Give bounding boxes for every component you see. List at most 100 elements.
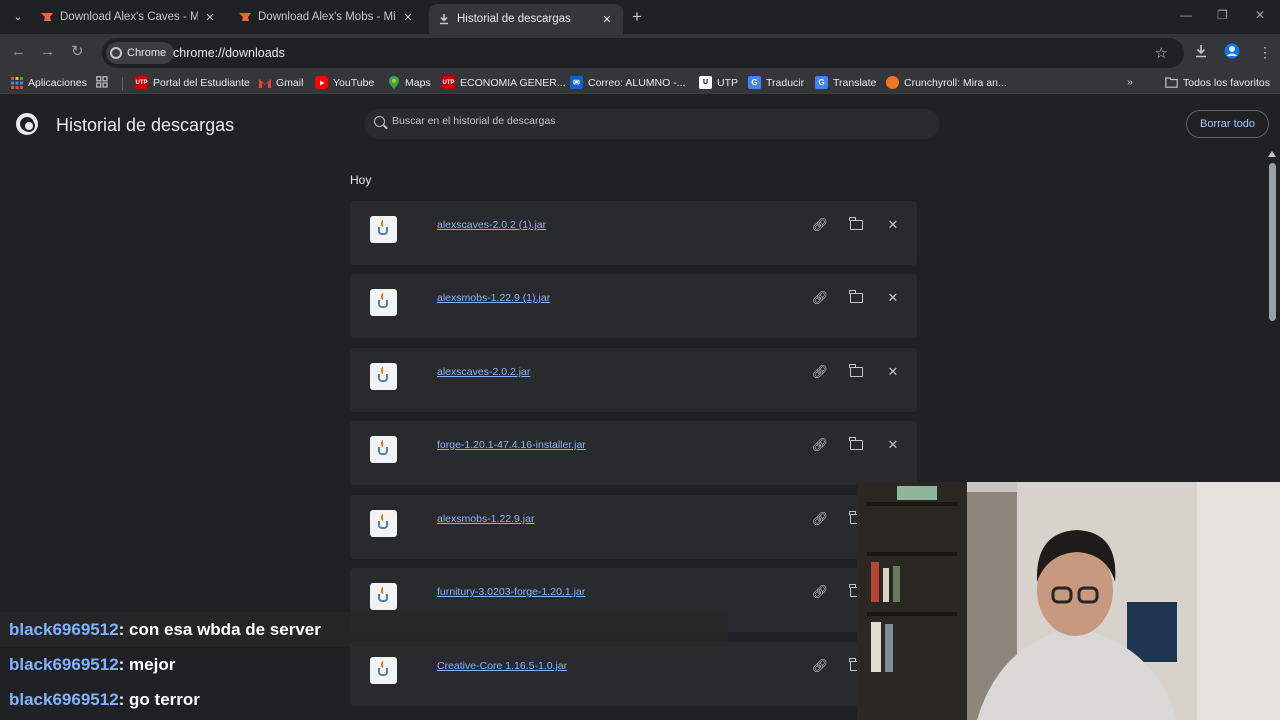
close-tab-icon[interactable]: ✕ xyxy=(202,11,218,24)
outlook-icon: ✉ xyxy=(570,76,583,89)
downloads-search[interactable] xyxy=(364,109,940,139)
scrollbar-thumb[interactable] xyxy=(1269,163,1276,321)
youtube-icon xyxy=(315,76,328,89)
bookmark-utp[interactable]: U UTP xyxy=(699,76,738,89)
site-chip[interactable]: Chrome xyxy=(106,42,175,64)
tab-alexs-caves[interactable]: Download Alex's Caves - Minec ✕ xyxy=(32,4,226,30)
close-tab-icon[interactable]: ✕ xyxy=(400,11,416,24)
new-tab-icon[interactable]: + xyxy=(632,8,642,25)
remove-icon[interactable]: ✕ xyxy=(883,363,903,381)
tab-groups-icon[interactable] xyxy=(96,76,108,88)
reload-icon[interactable]: ↻ xyxy=(71,44,84,60)
chat-username: black6969512 xyxy=(9,689,119,709)
download-item: alexsmobs-1.22.9 (1).jar 🔗︎ ✕ xyxy=(350,274,917,338)
search-input[interactable] xyxy=(392,115,912,127)
copy-link-icon[interactable]: 🔗︎ xyxy=(810,583,830,601)
download-file-link[interactable]: alexsmobs-1.22.9 (1).jar xyxy=(437,292,550,304)
download-item: forge-1.20.1-47.4.16-installer.jar 🔗︎ ✕ xyxy=(350,421,917,485)
apps-grid-icon xyxy=(10,76,23,89)
minimize-icon[interactable]: — xyxy=(1180,8,1192,22)
bookmark-label: Traducir xyxy=(766,76,805,89)
utp-icon: UTP xyxy=(135,76,148,89)
copy-link-icon[interactable]: 🔗︎ xyxy=(810,436,830,454)
tab-title: Historial de descargas xyxy=(457,13,571,25)
tab-title: Download Alex's Mobs - Minec xyxy=(258,11,396,23)
curseforge-icon xyxy=(238,10,252,24)
tab-search-chevron-icon[interactable]: ⌄ xyxy=(8,7,28,27)
menu-kebab-icon[interactable]: ⋮ xyxy=(1258,44,1272,61)
url-text[interactable]: chrome://downloads xyxy=(173,46,285,60)
chat-username: black6969512 xyxy=(9,619,119,639)
download-file-link[interactable]: alexscaves-2.0.2.jar xyxy=(437,366,530,378)
close-window-icon[interactable]: ✕ xyxy=(1255,8,1265,22)
remove-icon[interactable]: ✕ xyxy=(883,289,903,307)
bookmark-correo[interactable]: ✉ Correo: ALUMNO -... xyxy=(570,76,685,89)
show-in-folder-icon[interactable] xyxy=(849,437,863,450)
forward-icon[interactable]: → xyxy=(40,44,55,60)
bookmark-label: Todos los favoritos xyxy=(1183,76,1270,89)
copy-link-icon[interactable]: 🔗︎ xyxy=(810,657,830,675)
download-item: alexsmobs-1.22.9.jar 🔗︎ xyxy=(350,495,917,559)
gmail-icon xyxy=(258,76,271,89)
scroll-up-arrow-icon[interactable] xyxy=(1268,151,1276,157)
bookmark-translate[interactable]: G Translate xyxy=(815,76,876,89)
bookmark-economia[interactable]: UTP ECONOMIA GENER... xyxy=(442,76,566,89)
java-file-icon xyxy=(370,363,397,390)
download-file-link[interactable]: furnitury-3.0203-forge-1.20.1.jar xyxy=(437,586,585,598)
chat-message: black6969512 : go terror xyxy=(0,682,728,717)
show-in-folder-icon[interactable] xyxy=(849,364,863,377)
browser-toolbar: ← → ↻ Chrome chrome://downloads ☆ xyxy=(0,34,1280,72)
bookmark-maps[interactable]: Maps xyxy=(387,76,431,89)
back-icon[interactable]: ← xyxy=(11,44,26,60)
bookmark-label: Gmail xyxy=(276,76,304,89)
webcam-overlay xyxy=(857,482,1280,720)
translate-icon: G xyxy=(815,76,828,89)
bookmark-label: Aplicaciones xyxy=(28,76,87,89)
downloads-icon[interactable] xyxy=(1194,44,1208,61)
download-file-link[interactable]: alexsmobs-1.22.9.jar xyxy=(437,513,534,525)
more-bookmarks-chevron-icon[interactable]: » xyxy=(1127,76,1133,88)
stream-chat-overlay: black6969512 : con esa wbda de server bl… xyxy=(0,612,728,720)
clear-all-button[interactable]: Borrar todo xyxy=(1186,110,1269,138)
show-in-folder-icon[interactable] xyxy=(849,217,863,230)
remove-icon[interactable]: ✕ xyxy=(883,216,903,234)
bookmark-gmail[interactable]: Gmail xyxy=(258,76,303,89)
bookmarks-divider xyxy=(122,77,123,90)
download-file-link[interactable]: alexscaves-2.0.2 (1).jar xyxy=(437,219,546,231)
download-file-link[interactable]: forge-1.20.1-47.4.16-installer.jar xyxy=(437,439,586,451)
show-in-folder-icon[interactable] xyxy=(849,290,863,303)
bookmark-label: Crunchyroll: Mira an... xyxy=(904,76,1007,89)
restore-icon[interactable]: ❐ xyxy=(1217,8,1228,22)
search-icon xyxy=(374,116,385,127)
bookmark-label: ECONOMIA GENER... xyxy=(460,76,566,89)
chat-message: black6969512 : con esa wbda de server xyxy=(0,612,728,647)
tab-downloads[interactable]: Historial de descargas ✕ xyxy=(429,4,623,34)
chat-username: black6969512 xyxy=(9,654,119,674)
close-tab-icon[interactable]: ✕ xyxy=(599,13,615,26)
bookmark-crunchyroll[interactable]: Crunchyroll: Mira an... xyxy=(886,76,1007,89)
copy-link-icon[interactable]: 🔗︎ xyxy=(810,363,830,381)
bookmark-label: YouTube xyxy=(333,76,375,89)
bookmarks-bar: Aplicaciones UTP Portal del Estudiante G… xyxy=(0,72,1280,94)
bookmark-portal[interactable]: UTP Portal del Estudiante xyxy=(135,76,250,89)
download-item: alexscaves-2.0.2.jar 🔗︎ ✕ xyxy=(350,348,917,412)
copy-link-icon[interactable]: 🔗︎ xyxy=(810,510,830,528)
all-bookmarks-folder[interactable]: Todos los favoritos xyxy=(1165,76,1270,89)
bookmark-apps[interactable]: Aplicaciones xyxy=(10,76,87,89)
profile-avatar[interactable] xyxy=(1224,43,1240,62)
page-title: Historial de descargas xyxy=(56,115,235,135)
remove-icon[interactable]: ✕ xyxy=(883,436,903,454)
folder-icon xyxy=(1165,76,1178,89)
chat-text: : go terror xyxy=(118,689,200,709)
bookmark-traducir[interactable]: G Traducir xyxy=(748,76,804,89)
copy-link-icon[interactable]: 🔗︎ xyxy=(810,216,830,234)
java-file-icon xyxy=(370,436,397,463)
date-heading: Hoy xyxy=(350,173,372,187)
copy-link-icon[interactable]: 🔗︎ xyxy=(810,289,830,307)
bookmark-youtube[interactable]: YouTube xyxy=(315,76,374,89)
tab-alexs-mobs[interactable]: Download Alex's Mobs - Minec ✕ xyxy=(230,4,424,30)
bookmark-label: UTP xyxy=(717,76,738,89)
site-chip-label: Chrome xyxy=(127,47,167,59)
address-bar[interactable]: Chrome chrome://downloads ☆ xyxy=(102,38,1184,68)
bookmark-star-icon[interactable]: ☆ xyxy=(1155,44,1168,62)
